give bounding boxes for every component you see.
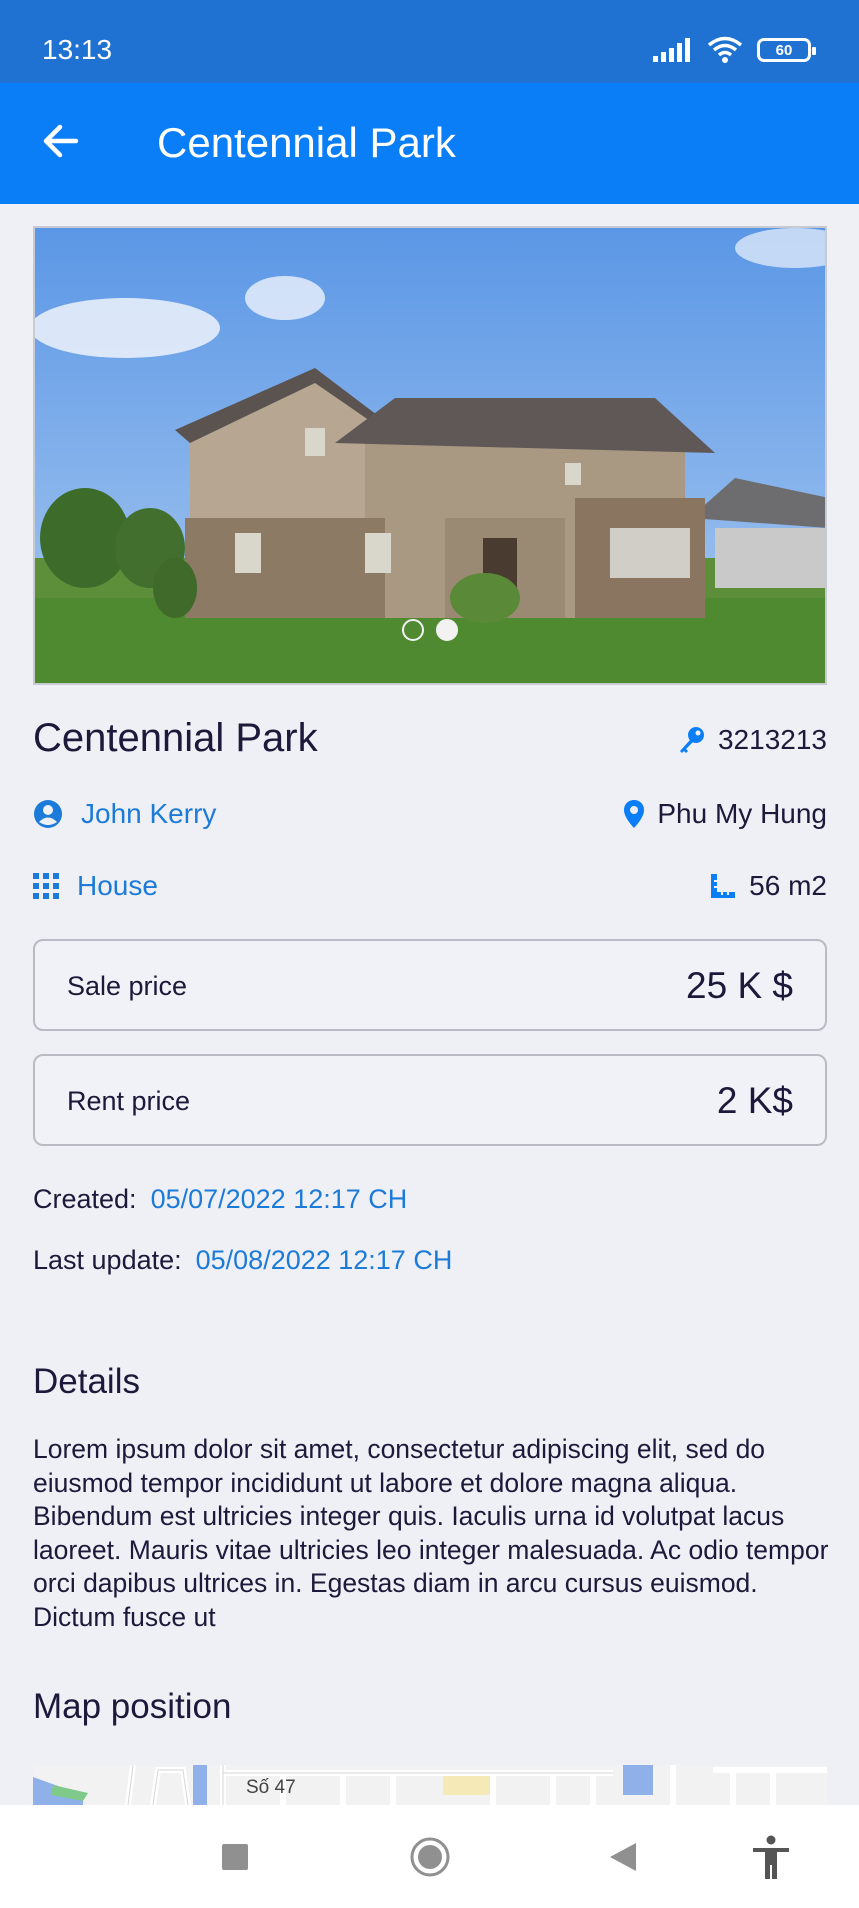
- sale-price-label: Sale price: [67, 971, 188, 1001]
- type-area-row: House 56 m2: [33, 870, 827, 910]
- accessibility-button[interactable]: [749, 1835, 793, 1879]
- details-heading: Details: [33, 1362, 140, 1401]
- account-circle-icon: [34, 800, 62, 828]
- square-icon: [222, 1844, 248, 1870]
- arrow-left-icon: [43, 124, 79, 158]
- grid-icon: [33, 873, 59, 899]
- location-name: Phu My Hung: [657, 798, 827, 829]
- recents-button[interactable]: [213, 1835, 257, 1879]
- property-code-value: 3213213: [717, 724, 827, 755]
- circle-icon: [410, 1837, 450, 1877]
- area-value: 56 m2: [749, 870, 827, 901]
- property-type: House: [33, 870, 158, 902]
- status-time: 13:13: [42, 34, 113, 65]
- app-bar-title: Centennial Park: [157, 119, 456, 166]
- last-update-row: Last update: 05/08/2022 12:17 CH: [33, 1245, 452, 1276]
- property-area: 56 m2: [709, 870, 827, 902]
- map-street-label: Số 47: [246, 1777, 296, 1798]
- property-title: Centennial Park: [33, 716, 318, 760]
- carousel-dot-active[interactable]: [436, 619, 458, 641]
- home-button[interactable]: [408, 1835, 452, 1879]
- last-update-value: 05/08/2022 12:17 CH: [195, 1245, 453, 1275]
- rent-price-box: Rent price 2 K$: [33, 1054, 827, 1146]
- map-tiles: [33, 1765, 827, 1805]
- house-photo: [35, 228, 825, 683]
- sale-price-value: 25 K $: [686, 965, 793, 1006]
- property-image-carousel[interactable]: [33, 226, 827, 685]
- wifi-icon: [707, 36, 743, 63]
- back-button[interactable]: [36, 119, 84, 167]
- property-header: Centennial Park 3213213: [33, 716, 827, 766]
- map-view[interactable]: Số 47: [33, 1765, 827, 1805]
- status-bar: 13:13 60: [0, 0, 859, 83]
- created-label: Created:: [33, 1184, 137, 1214]
- carousel-dot[interactable]: [402, 619, 424, 641]
- battery-level: 60: [775, 41, 793, 59]
- sale-price-box: Sale price 25 K $: [33, 939, 827, 1031]
- map-pin-icon: [624, 800, 645, 828]
- owner-name: John Kerry: [81, 798, 217, 829]
- last-update-label: Last update:: [33, 1245, 182, 1275]
- rent-price-label: Rent price: [67, 1086, 191, 1116]
- property-type-label: House: [77, 870, 158, 901]
- owner-link[interactable]: John Kerry: [33, 798, 216, 830]
- map-heading: Map position: [33, 1687, 232, 1726]
- key-icon: [679, 727, 704, 753]
- status-icons: 60: [653, 36, 816, 64]
- carousel-indicators: [35, 619, 825, 641]
- system-nav-bar: [0, 1805, 859, 1908]
- owner-location-row: John Kerry Phu My Hung: [33, 798, 827, 838]
- signal-icon: [653, 38, 690, 62]
- battery-icon: 60: [757, 38, 816, 62]
- created-row: Created: 05/07/2022 12:17 CH: [33, 1184, 407, 1215]
- created-value: 05/07/2022 12:17 CH: [150, 1184, 408, 1214]
- triangle-back-icon: [610, 1843, 636, 1871]
- details-description: Lorem ipsum dolor sit amet, consectetur …: [33, 1434, 829, 1632]
- rent-price-value: 2 K$: [716, 1080, 793, 1121]
- app-bar: Centennial Park: [0, 83, 859, 204]
- location: Phu My Hung: [623, 798, 827, 830]
- ruler-icon: [711, 874, 736, 898]
- property-code: 3213213: [676, 724, 827, 756]
- accessibility-icon: [753, 1835, 789, 1879]
- back-nav-button[interactable]: [601, 1835, 645, 1879]
